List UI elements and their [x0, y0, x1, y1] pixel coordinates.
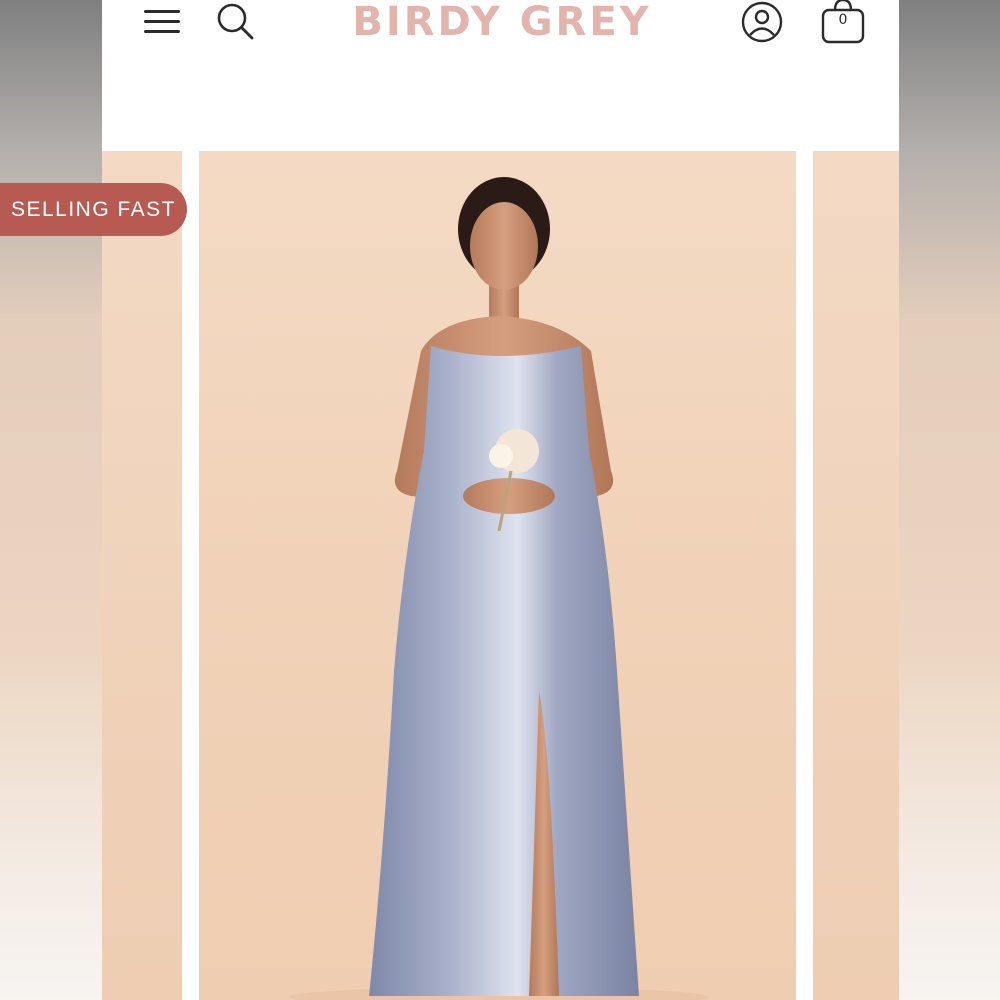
menu-icon[interactable]	[144, 6, 180, 36]
background-blur-right	[899, 0, 1000, 1000]
background-blur-left	[0, 0, 102, 1000]
account-icon[interactable]	[740, 0, 784, 44]
cart-count: 0	[838, 12, 848, 28]
shopping-bag-icon[interactable]: 0	[819, 0, 867, 46]
product-image-carousel[interactable]	[102, 151, 899, 1000]
search-icon[interactable]	[214, 0, 258, 44]
next-slide-image[interactable]	[813, 151, 899, 1000]
product-image[interactable]	[199, 151, 796, 1000]
selling-fast-badge: SELLING FAST	[0, 183, 187, 236]
previous-slide-image[interactable]	[102, 151, 182, 1000]
site-header: BIRDY GREY 0	[102, 0, 899, 150]
brand-logo[interactable]: BIRDY GREY	[352, 0, 652, 44]
product-screen: BIRDY GREY 0	[102, 0, 899, 1000]
model-in-dress-image	[289, 177, 709, 1000]
